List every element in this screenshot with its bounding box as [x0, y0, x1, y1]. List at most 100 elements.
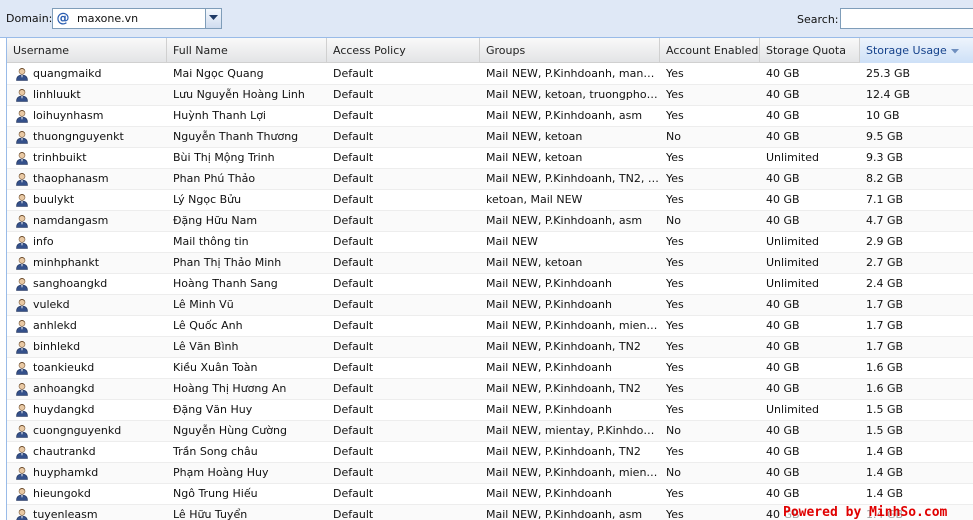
storage-quota-cell: 40 GB [766, 298, 800, 311]
table-row[interactable]: namdangasm Đặng Hữu Nam Default Mail NEW, P… [7, 211, 973, 232]
table-row[interactable]: huydangkd Đặng Văn Huy Default Mail NEW, P.… [7, 400, 973, 421]
account-enabled-cell: Yes [666, 298, 684, 311]
table-row[interactable]: buulykt Lý Ngọc Bửu Default ketoan, Mail NE… [7, 190, 973, 211]
column-header-account-enabled[interactable]: Account Enabled [660, 38, 760, 63]
fullname-cell: Trần Song châu [173, 445, 258, 458]
fullname-cell: Phan Thị Thảo Minh [173, 256, 282, 269]
user-icon [15, 235, 29, 249]
fullname-cell: Đặng Văn Huy [173, 403, 253, 416]
storage-usage-cell: 1.7 GB [866, 340, 904, 353]
table-row[interactable]: quangmaikd Mai Ngọc Quang Default Mail NEW,… [7, 64, 973, 85]
storage-usage-cell: 1.7 GB [866, 298, 904, 311]
search-label: Search: [797, 13, 839, 26]
user-icon [15, 67, 29, 81]
user-icon [15, 298, 29, 312]
table-row[interactable]: anhoangkd Hoàng Thị Hương An Default Mail N… [7, 379, 973, 400]
user-icon [15, 361, 29, 375]
table-row[interactable]: thaophanasm Phan Phú Thảo Default Mail NEW,… [7, 169, 973, 190]
table-row[interactable]: cuongnguyenkd Nguyễn Hùng Cường Default Mai… [7, 421, 973, 442]
storage-usage-cell: 2.4 GB [866, 277, 904, 290]
storage-usage-cell: 1.5 GB [866, 403, 904, 416]
table-row[interactable]: hieungokd Ngô Trung Hiếu Default Mail NEW, … [7, 484, 973, 505]
domain-label: Domain: [6, 12, 53, 25]
storage-usage-cell: 7.1 GB [866, 193, 904, 206]
table-row[interactable]: thuongnguyenkt Nguyễn Thanh Thương Default… [7, 127, 973, 148]
user-icon [15, 319, 29, 333]
storage-usage-cell: 1.6 GB [866, 382, 904, 395]
storage-usage-cell: 12.4 GB [866, 88, 911, 101]
user-icon [15, 172, 29, 186]
table-row[interactable]: minhphankt Phan Thị Thảo Minh Default Mail … [7, 253, 973, 274]
user-icon [15, 424, 29, 438]
table-row[interactable]: anhlekd Lê Quốc Anh Default Mail NEW, P.Kin… [7, 316, 973, 337]
account-enabled-cell: Yes [666, 67, 684, 80]
table-row[interactable]: sanghoangkd Hoàng Thanh Sang Default Mail N… [7, 274, 973, 295]
storage-usage-cell: 1.4 GB [866, 466, 904, 479]
username-cell: hieungokd [33, 487, 91, 500]
storage-usage-cell: 1.5 GB [866, 424, 904, 437]
dropdown-button[interactable] [205, 9, 221, 28]
access-policy-cell: Default [333, 130, 374, 143]
storage-quota-cell: Unlimited [766, 151, 819, 164]
chevron-down-icon [209, 15, 218, 20]
fullname-cell: Lê Minh Vũ [173, 298, 234, 311]
user-icon [15, 151, 29, 165]
access-policy-cell: Default [333, 256, 374, 269]
search-input[interactable] [840, 8, 973, 29]
groups-cell: Mail NEW, ketoan [486, 256, 583, 269]
storage-usage-cell: 1.4 GB [866, 487, 904, 500]
groups-cell: Mail NEW, mientay, P.Kinhdoanh [486, 424, 660, 437]
access-policy-cell: Default [333, 424, 374, 437]
column-header-storage-usage[interactable]: Storage Usage [860, 38, 973, 63]
username-cell: tuyenleasm [33, 508, 98, 520]
groups-cell: Mail NEW, P.Kinhdoanh [486, 277, 612, 290]
table-row[interactable]: binhlekd Lê Văn Bình Default Mail NEW, P.Ki… [7, 337, 973, 358]
username-cell: thuongnguyenkt [33, 130, 124, 143]
groups-cell: Mail NEW, P.Kinhdoanh, TN2 [486, 382, 641, 395]
fullname-cell: Lê Văn Bình [173, 340, 239, 353]
account-enabled-cell: Yes [666, 382, 684, 395]
column-header-fullname[interactable]: Full Name [167, 38, 327, 63]
table-row[interactable]: chautrankd Trần Song châu Default Mail NEW,… [7, 442, 973, 463]
table-row[interactable]: vulekd Lê Minh Vũ Default Mail NEW, P.Kinhd… [7, 295, 973, 316]
table-row[interactable]: loihuynhasm Huỳnh Thanh Lợi Default Mail NE… [7, 106, 973, 127]
storage-usage-cell: 2.9 GB [866, 235, 904, 248]
table-row[interactable]: info Mail thông tin Default Mail NEW Yes Unli… [7, 232, 973, 253]
storage-quota-cell: 40 GB [766, 340, 800, 353]
storage-quota-cell: Unlimited [766, 256, 819, 269]
fullname-cell: Huỳnh Thanh Lợi [173, 109, 266, 122]
storage-quota-cell: 40 GB [766, 67, 800, 80]
table-row[interactable]: huyphamkd Phạm Hoàng Huy Default Mail NEW, … [7, 463, 973, 484]
groups-cell: Mail NEW, P.Kinhdoanh, TN2 [486, 445, 641, 458]
storage-quota-cell: 40 GB [766, 130, 800, 143]
storage-quota-cell: 40 GB [766, 193, 800, 206]
groups-cell: Mail NEW, P.Kinhdoanh [486, 403, 612, 416]
domain-select[interactable]: @ maxone.vn [52, 8, 222, 29]
groups-cell: ketoan, Mail NEW [486, 193, 583, 206]
username-cell: quangmaikd [33, 67, 102, 80]
table-row[interactable]: linhluukt Lưu Nguyễn Hoàng Linh Default Mai… [7, 85, 973, 106]
column-header-access-policy[interactable]: Access Policy [327, 38, 480, 63]
user-icon [15, 487, 29, 501]
user-icon [15, 445, 29, 459]
fullname-cell: Mail thông tin [173, 235, 249, 248]
storage-usage-cell: 2.7 GB [866, 256, 904, 269]
storage-quota-cell: Unlimited [766, 277, 819, 290]
account-enabled-cell: Yes [666, 277, 684, 290]
table-row[interactable]: toankieukd Kiều Xuân Toàn Default Mail NEW,… [7, 358, 973, 379]
column-header-username[interactable]: Username [7, 38, 167, 63]
column-header-storage-quota[interactable]: Storage Quota [760, 38, 860, 63]
user-icon [15, 466, 29, 480]
access-policy-cell: Default [333, 298, 374, 311]
storage-usage-cell: 9.5 GB [866, 130, 904, 143]
storage-usage-cell: 10 GB [866, 109, 900, 122]
table-row[interactable]: trinhbuikt Bùi Thị Mộng Trinh Default Mail … [7, 148, 973, 169]
account-enabled-cell: No [666, 424, 681, 437]
column-header-groups[interactable]: Groups [480, 38, 660, 63]
username-cell: cuongnguyenkd [33, 424, 122, 437]
username-cell: loihuynhasm [33, 109, 104, 122]
account-enabled-cell: Yes [666, 88, 684, 101]
access-policy-cell: Default [333, 403, 374, 416]
account-enabled-cell: No [666, 214, 681, 227]
storage-quota-cell: 40 GB [766, 109, 800, 122]
